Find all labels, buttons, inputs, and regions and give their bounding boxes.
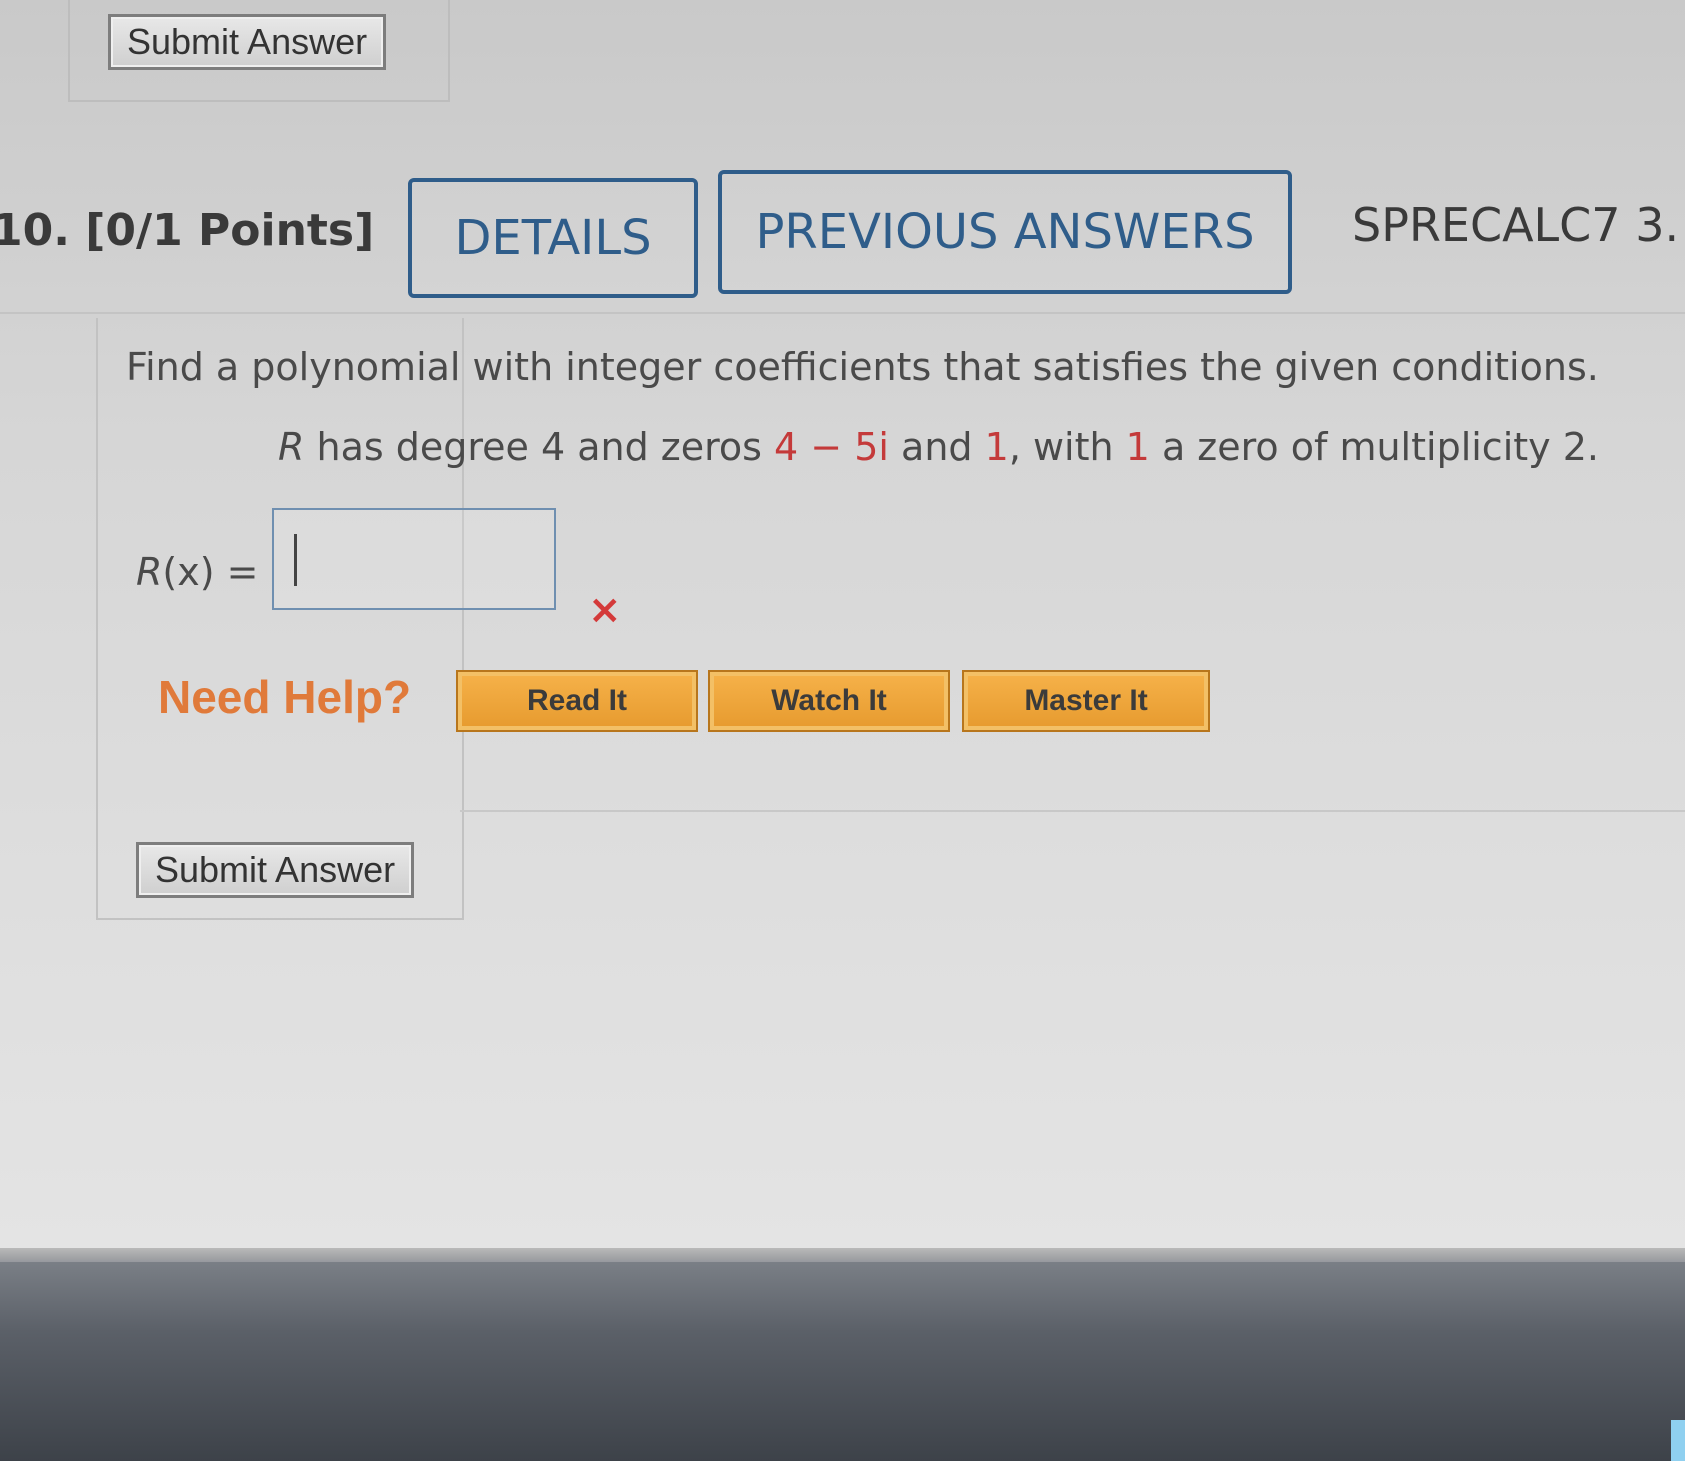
- text-caret: [294, 534, 297, 586]
- condition-zero-1: 4 − 5i: [774, 425, 889, 469]
- screen-light-reflection: [1671, 1420, 1685, 1461]
- question-condition: R has degree 4 and zeros 4 − 5i and 1, w…: [278, 425, 1599, 469]
- body-divider: [460, 810, 1685, 812]
- details-button[interactable]: DETAILS: [408, 178, 698, 298]
- question-body-panel: [96, 318, 464, 920]
- question-prompt: Find a polynomial with integer coefficie…: [126, 345, 1599, 389]
- course-code: SPRECALC7 3.: [1352, 198, 1680, 252]
- condition-text-4: a zero of multiplicity 2.: [1149, 425, 1599, 469]
- question-number: 10.: [0, 205, 70, 256]
- question-header: 10. [0/1 Points]: [0, 205, 374, 256]
- condition-text-3: , with: [1008, 425, 1126, 469]
- master-it-button[interactable]: Master It: [962, 670, 1210, 732]
- previous-answers-button[interactable]: PREVIOUS ANSWERS: [718, 170, 1292, 294]
- answer-label-variable: R: [136, 550, 163, 594]
- condition-zero-2: 1: [984, 425, 1009, 469]
- header-divider: [0, 312, 1685, 314]
- condition-variable: R: [278, 425, 305, 469]
- condition-zero-3: 1: [1125, 425, 1150, 469]
- condition-text-1: has degree 4 and zeros: [304, 425, 775, 469]
- browser-screen: Submit Answer 10. [0/1 Points] DETAILS P…: [0, 0, 1685, 1262]
- answer-label-rest: (x) =: [162, 550, 259, 594]
- incorrect-x-icon: ×: [588, 587, 622, 633]
- need-help-title: Need Help?: [158, 671, 412, 723]
- answer-input[interactable]: [272, 508, 556, 610]
- submit-answer-button-top[interactable]: Submit Answer: [108, 14, 387, 70]
- condition-text-2: and: [888, 425, 985, 469]
- watch-it-button[interactable]: Watch It: [708, 670, 950, 732]
- read-it-button[interactable]: Read It: [456, 670, 698, 732]
- submit-answer-button[interactable]: Submit Answer: [136, 842, 415, 898]
- monitor-bezel: [0, 1262, 1685, 1461]
- question-points: [0/1 Points]: [85, 205, 375, 256]
- answer-label: R(x) =: [136, 550, 258, 594]
